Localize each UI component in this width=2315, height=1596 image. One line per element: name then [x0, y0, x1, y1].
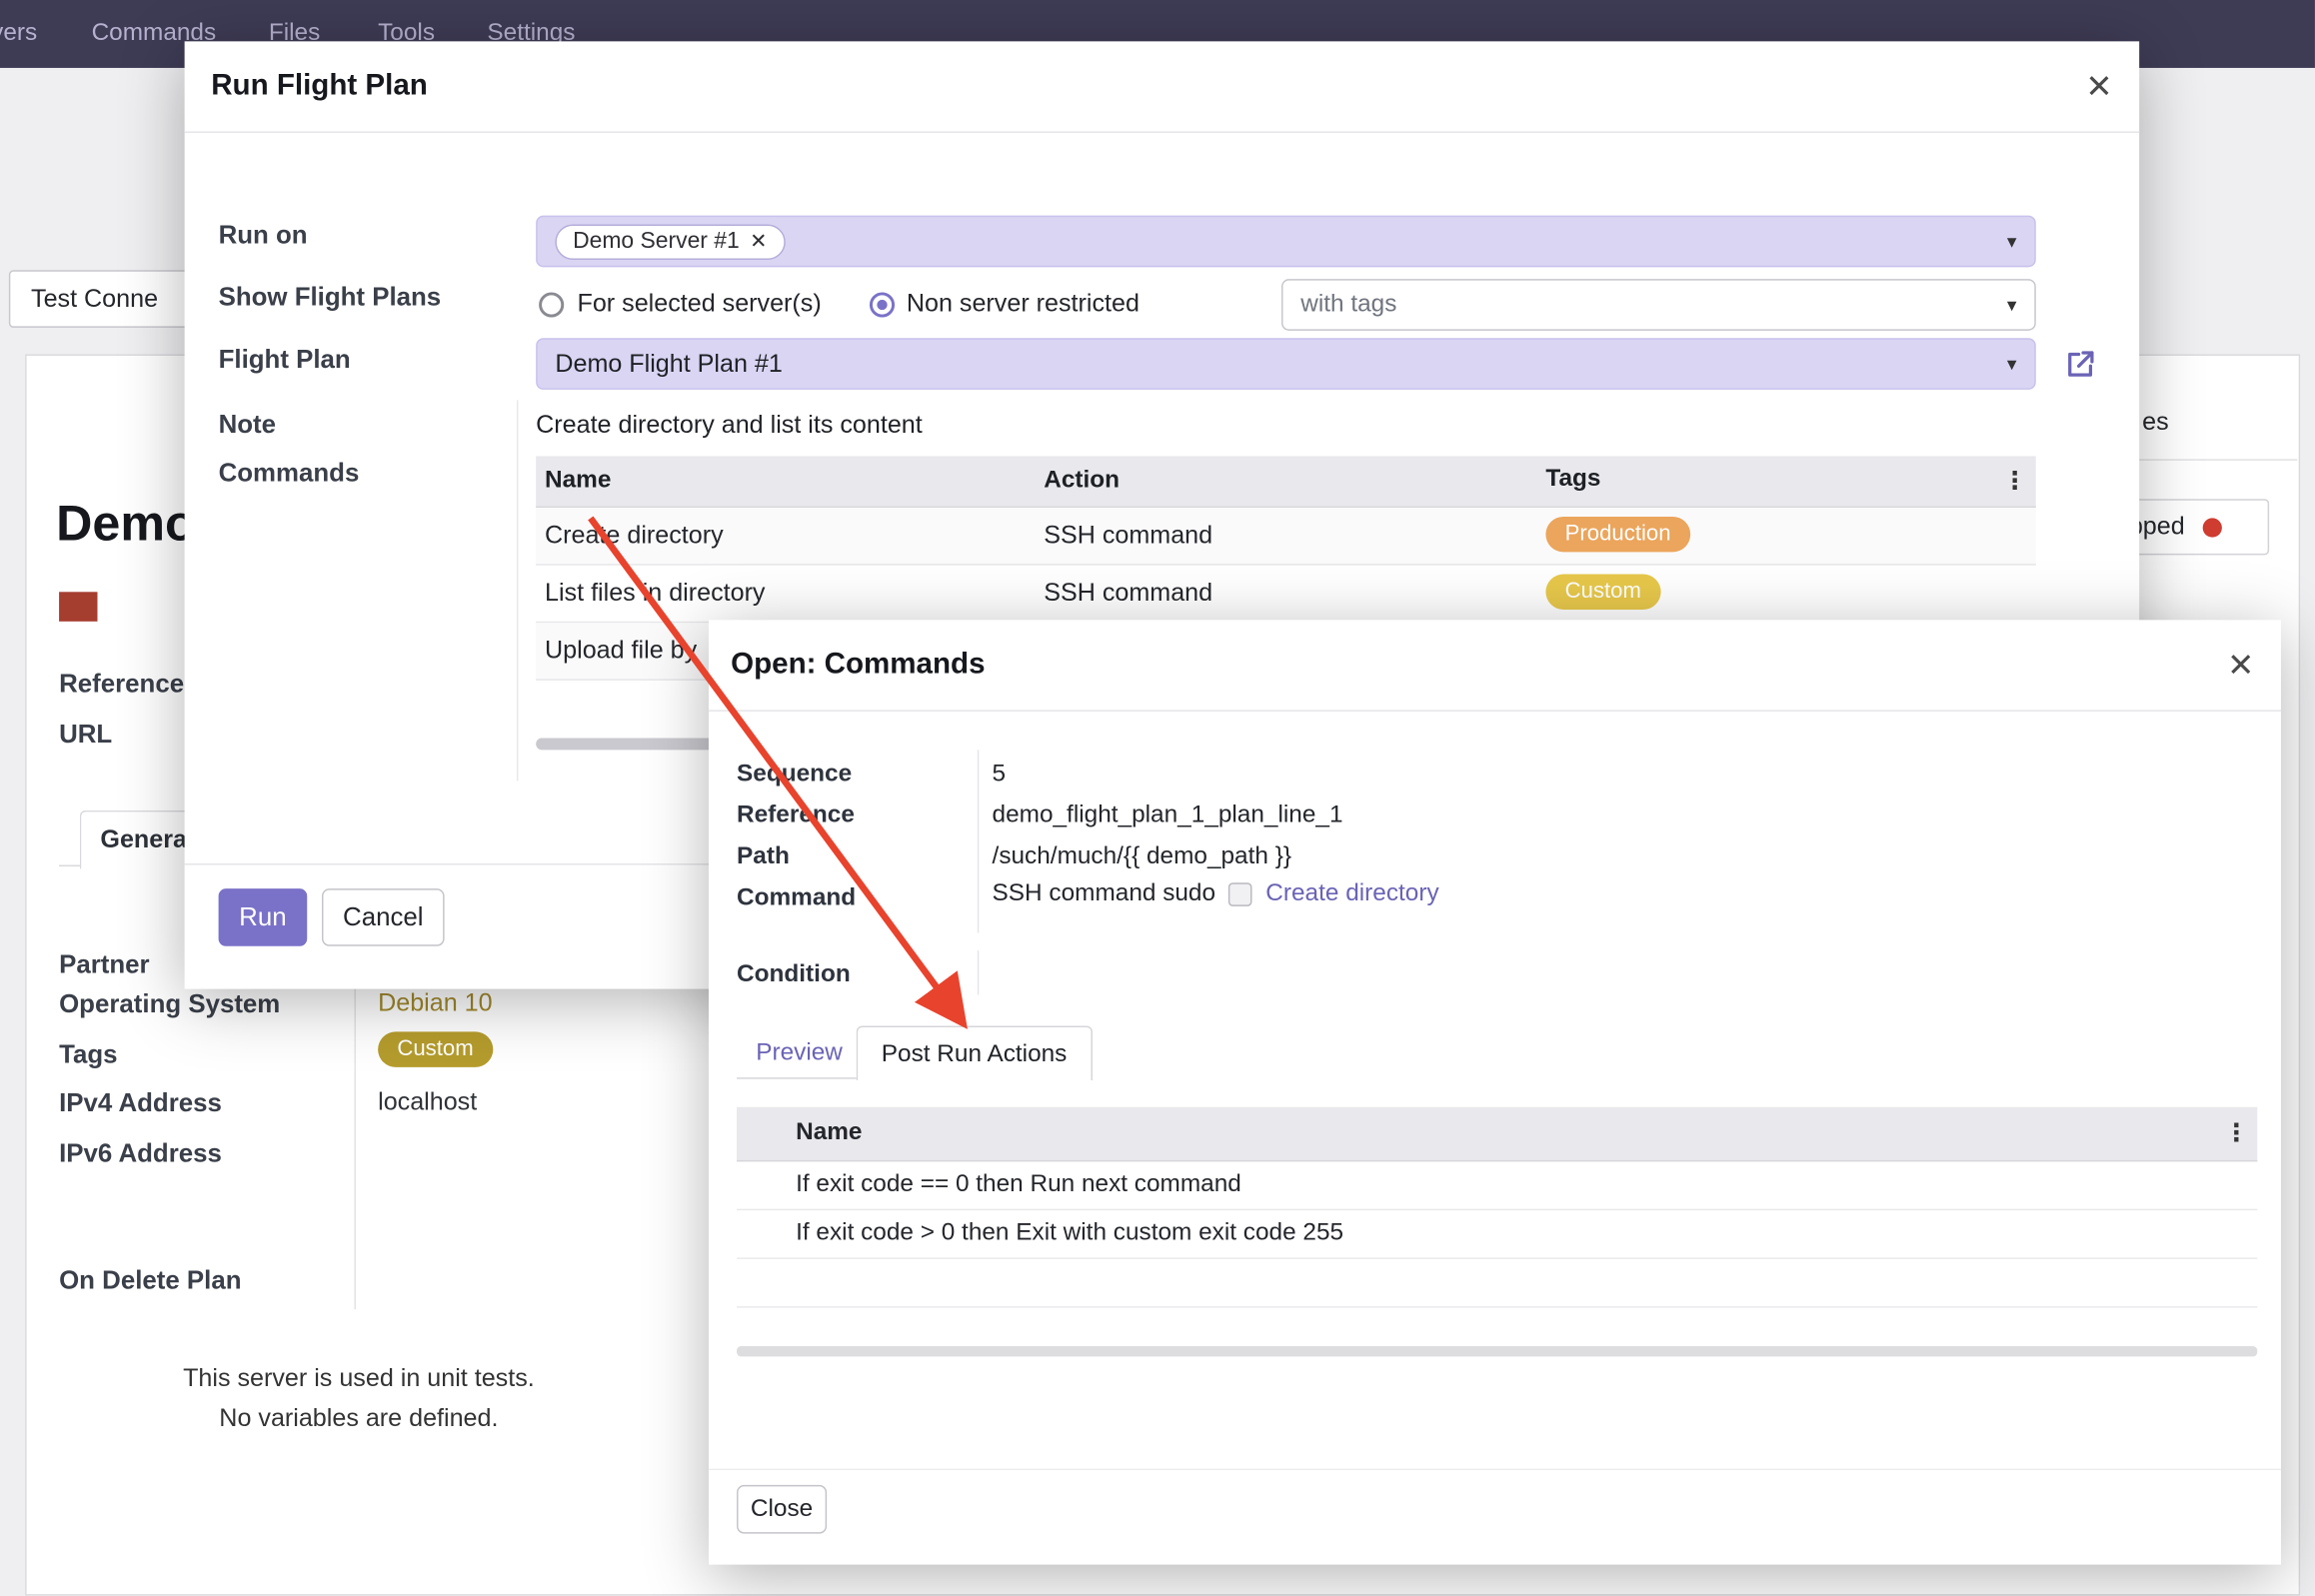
- table-header: Name Action Tags ⋮: [536, 456, 2036, 508]
- page-title: Demo: [56, 496, 196, 554]
- col-header-tags[interactable]: Tags: [1545, 465, 1600, 493]
- chevron-down-icon[interactable]: ▾: [2007, 230, 2017, 254]
- dialog-footer-divider: [709, 1469, 2281, 1470]
- condition-label: Condition: [737, 961, 851, 989]
- panel-partial-text: es: [2142, 408, 2169, 438]
- label-separator: [517, 400, 518, 781]
- close-icon[interactable]: ✕: [2227, 620, 2254, 710]
- horizontal-scrollbar[interactable]: [737, 1346, 2257, 1356]
- server-chip[interactable]: Demo Server #1 ✕: [555, 224, 785, 259]
- external-link-icon[interactable]: [2062, 347, 2097, 382]
- dialog-title: Open: Commands: [731, 620, 985, 710]
- cell-name: If exit code > 0 then Exit with custom e…: [796, 1219, 1343, 1247]
- tag-badge-custom: Custom: [378, 1031, 493, 1066]
- reference-label: Reference: [59, 669, 184, 700]
- column-options-icon[interactable]: ⋮: [2003, 467, 2027, 497]
- table-row[interactable]: List files in directory SSH command Cust…: [536, 566, 2036, 624]
- command-value: SSH command sudo: [993, 879, 1216, 907]
- show-flight-plans-label: Show Flight Plans: [219, 282, 442, 313]
- tab-preview[interactable]: Preview: [756, 1039, 843, 1067]
- path-label: Path: [737, 842, 790, 870]
- flight-plan-label: Flight Plan: [219, 344, 351, 375]
- run-button[interactable]: Run: [219, 888, 308, 946]
- tab-post-run-actions[interactable]: Post Run Actions: [857, 1026, 1093, 1081]
- sequence-value: 5: [993, 761, 1007, 789]
- label-separator: [978, 950, 979, 994]
- flight-plan-description: Create directory and list its content: [536, 411, 923, 441]
- run-on-label: Run on: [219, 220, 308, 251]
- table-row-empty: [737, 1259, 2257, 1308]
- chevron-down-icon[interactable]: ▾: [2007, 293, 2017, 317]
- flight-plan-select[interactable]: Demo Flight Plan #1 ▾: [536, 338, 2036, 390]
- table-header: Name ⋮: [737, 1107, 2257, 1162]
- cancel-button[interactable]: Cancel: [322, 888, 445, 946]
- with-tags-value: with tags: [1300, 291, 1396, 319]
- cell-name: Create directory: [545, 521, 724, 551]
- col-header-name[interactable]: Name: [545, 467, 611, 495]
- radio-selected-servers-label[interactable]: For selected server(s): [578, 289, 822, 319]
- ipv6-label: IPv6 Address: [59, 1138, 222, 1169]
- close-button[interactable]: Close: [737, 1485, 827, 1534]
- color-swatch: [59, 592, 97, 622]
- flight-plan-value: Demo Flight Plan #1: [555, 349, 783, 379]
- col-header-action[interactable]: Action: [1044, 467, 1120, 495]
- dialog-header: Open: Commands ✕: [709, 620, 2281, 712]
- cell-name: List files in directory: [545, 579, 765, 609]
- dialog-title: Run Flight Plan: [211, 41, 428, 131]
- dialog-header: Run Flight Plan ✕: [185, 41, 2140, 133]
- post-run-actions-table: Name ⋮ If exit code == 0 then Run next c…: [737, 1107, 2257, 1308]
- table-row[interactable]: Create directory SSH command Production: [536, 508, 2036, 566]
- partner-label: Partner: [59, 949, 150, 980]
- ipv4-value: localhost: [378, 1088, 477, 1118]
- ipv4-label: IPv4 Address: [59, 1088, 222, 1119]
- radio-selected-servers[interactable]: [539, 292, 564, 317]
- with-tags-select[interactable]: with tags ▾: [1281, 279, 2036, 331]
- tag-badge-custom: Custom: [1545, 575, 1660, 610]
- operating-system-label: Operating System: [59, 989, 280, 1020]
- command-label: Command: [737, 884, 856, 912]
- label-separator: [978, 750, 979, 932]
- on-delete-plan-label: On Delete Plan: [59, 1265, 241, 1296]
- screen: vers Commands Files Tools Settings Test …: [0, 0, 2315, 1596]
- run-on-field[interactable]: Demo Server #1 ✕ ▾: [536, 216, 2036, 268]
- radio-non-server-restricted[interactable]: [870, 292, 895, 317]
- sequence-label: Sequence: [737, 761, 852, 789]
- path-value: /such/much/{{ demo_path }}: [993, 842, 1291, 870]
- operating-system-value[interactable]: Debian 10: [378, 989, 492, 1019]
- cell-name: Upload file by: [545, 637, 697, 667]
- panel-divider: [2139, 459, 2297, 460]
- status-dot-icon: [2202, 518, 2221, 537]
- chevron-down-icon[interactable]: ▾: [2007, 352, 2017, 376]
- field-separator: [354, 940, 355, 1309]
- reference-label: Reference: [737, 801, 855, 829]
- table-row[interactable]: If exit code == 0 then Run next command: [737, 1161, 2257, 1210]
- open-commands-dialog: Open: Commands ✕ Sequence Reference Path…: [709, 620, 2281, 1564]
- nav-item-servers[interactable]: vers: [0, 19, 37, 47]
- col-header-name[interactable]: Name: [796, 1119, 862, 1147]
- create-directory-checkbox[interactable]: [1228, 882, 1252, 906]
- note-label: Note: [219, 409, 276, 440]
- tag-badge-production: Production: [1545, 517, 1689, 552]
- server-note: This server is used in unit tests. No va…: [86, 1358, 632, 1438]
- radio-non-server-restricted-label[interactable]: Non server restricted: [907, 289, 1140, 319]
- chip-remove-icon[interactable]: ✕: [750, 229, 767, 254]
- table-row[interactable]: If exit code > 0 then Exit with custom e…: [737, 1210, 2257, 1259]
- commands-label: Commands: [219, 458, 360, 489]
- reference-value: demo_flight_plan_1_plan_line_1: [993, 801, 1343, 829]
- column-options-icon[interactable]: ⋮: [2224, 1119, 2248, 1149]
- close-icon[interactable]: ✕: [2085, 41, 2112, 131]
- command-value-row: SSH command sudo Create directory: [993, 879, 1439, 907]
- tabbar-divider: [737, 1077, 857, 1078]
- cell-action: SSH command: [1044, 521, 1212, 551]
- server-note-line2: No variables are defined.: [86, 1398, 632, 1438]
- server-note-line1: This server is used in unit tests.: [86, 1358, 632, 1398]
- create-directory-link[interactable]: Create directory: [1265, 879, 1438, 907]
- tags-label: Tags: [59, 1039, 117, 1070]
- url-label: URL: [59, 719, 112, 750]
- cell-action: SSH command: [1044, 579, 1212, 609]
- server-chip-label: Demo Server #1: [573, 228, 740, 255]
- cell-name: If exit code == 0 then Run next command: [796, 1170, 1241, 1198]
